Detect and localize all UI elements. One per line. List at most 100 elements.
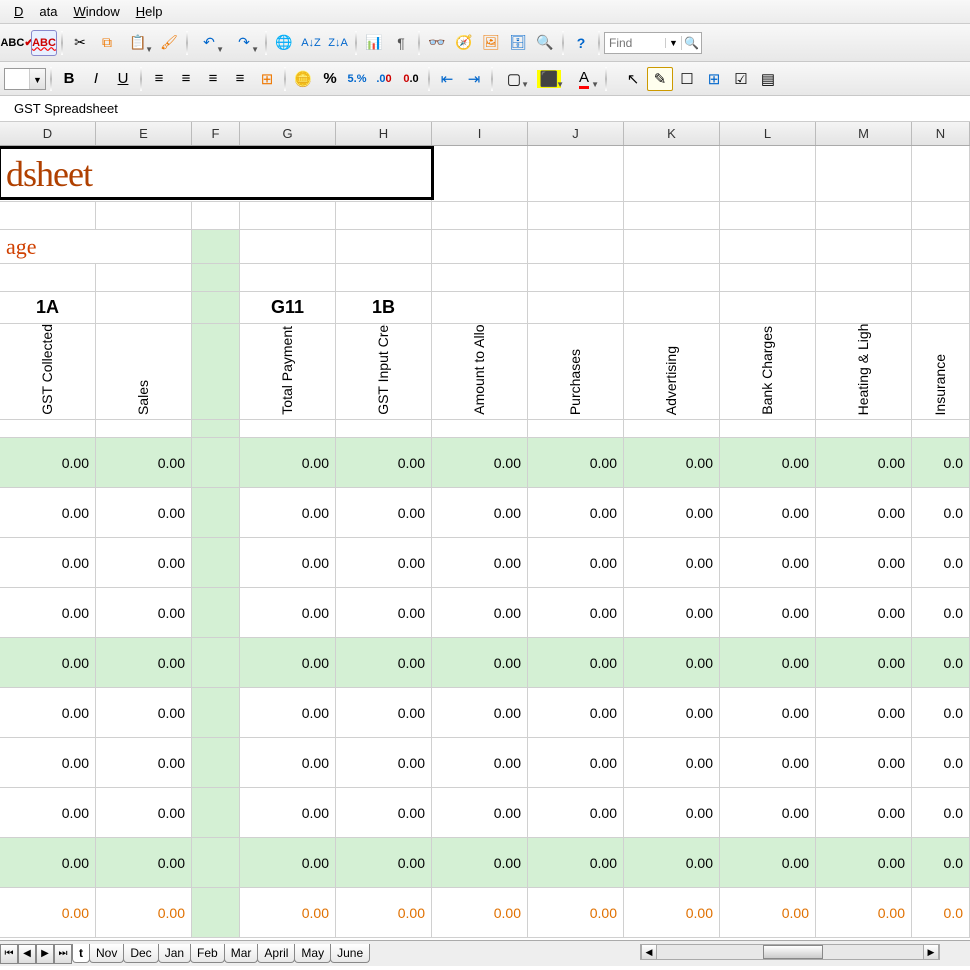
- data-cell[interactable]: 0.00: [816, 638, 912, 688]
- data-cell[interactable]: 0.00: [624, 738, 720, 788]
- vheader-J[interactable]: Purchases: [528, 324, 624, 420]
- data-cell[interactable]: 0.0: [912, 738, 970, 788]
- paste-icon[interactable]: 📋▼: [121, 30, 155, 56]
- cell[interactable]: [96, 202, 192, 230]
- data-cell[interactable]: 0.00: [240, 638, 336, 688]
- sort-asc-icon[interactable]: A↓Z: [298, 30, 324, 56]
- data-cell[interactable]: 0.00: [720, 688, 816, 738]
- sheet-tab-Nov[interactable]: Nov: [89, 944, 124, 963]
- vheader-L[interactable]: Bank Charges: [720, 324, 816, 420]
- horizontal-scrollbar[interactable]: ◀ ▶: [640, 944, 940, 960]
- data-cell[interactable]: 0.00: [720, 638, 816, 688]
- data-cell[interactable]: 0.00: [0, 838, 96, 888]
- header-F[interactable]: [192, 292, 240, 324]
- data-cell[interactable]: 0.00: [336, 538, 432, 588]
- data-cell[interactable]: 0.00: [0, 638, 96, 688]
- data-cell[interactable]: 0.00: [336, 488, 432, 538]
- cell[interactable]: [96, 420, 192, 438]
- standard-format-icon[interactable]: 5.%: [344, 67, 370, 91]
- data-cell[interactable]: [192, 838, 240, 888]
- data-cell[interactable]: 0.00: [336, 788, 432, 838]
- data-cell[interactable]: 0.00: [624, 838, 720, 888]
- data-cell[interactable]: 0.00: [624, 888, 720, 938]
- help-icon[interactable]: ?: [568, 30, 594, 56]
- data-cell[interactable]: 0.0: [912, 538, 970, 588]
- data-cell[interactable]: 0.00: [528, 888, 624, 938]
- datasources-icon[interactable]: 🗄: [505, 30, 531, 56]
- borders-icon[interactable]: ▢▼: [497, 67, 531, 91]
- more-controls-icon[interactable]: ▤: [755, 67, 781, 91]
- find-box[interactable]: ▼ 🔍: [604, 32, 702, 54]
- data-cell[interactable]: 0.00: [336, 838, 432, 888]
- cell[interactable]: [336, 202, 432, 230]
- data-cell[interactable]: 0.00: [432, 438, 528, 488]
- data-cell[interactable]: 0.00: [720, 588, 816, 638]
- cell[interactable]: [624, 230, 720, 264]
- fontcolor-icon[interactable]: A▼: [567, 67, 601, 91]
- data-cell[interactable]: 0.00: [816, 488, 912, 538]
- data-cell[interactable]: 0.00: [240, 838, 336, 888]
- vheader-H[interactable]: GST Input Credits: [336, 324, 432, 420]
- data-cell[interactable]: 0.0: [912, 688, 970, 738]
- form-controls-icon[interactable]: ☐: [674, 67, 700, 91]
- header-H[interactable]: 1B: [336, 292, 432, 324]
- cell[interactable]: [432, 230, 528, 264]
- data-cell[interactable]: 0.0: [912, 788, 970, 838]
- cell[interactable]: [912, 420, 970, 438]
- align-center-icon[interactable]: ≡: [173, 67, 199, 91]
- vheader-F[interactable]: [192, 324, 240, 420]
- data-cell[interactable]: [192, 688, 240, 738]
- nonprinting-icon[interactable]: ¶: [388, 30, 414, 56]
- cell[interactable]: [912, 202, 970, 230]
- data-cell[interactable]: 0.00: [624, 688, 720, 738]
- data-cell[interactable]: 0.00: [432, 738, 528, 788]
- col-header-F[interactable]: F: [192, 122, 240, 145]
- cell[interactable]: [624, 202, 720, 230]
- data-cell[interactable]: 0.00: [336, 888, 432, 938]
- cell[interactable]: [432, 420, 528, 438]
- vheader-E[interactable]: Sales: [96, 324, 192, 420]
- redo-icon[interactable]: ↷▼: [227, 30, 261, 56]
- remove-decimal-icon[interactable]: 0.0: [398, 67, 424, 91]
- data-cell[interactable]: 0.00: [432, 538, 528, 588]
- cell[interactable]: [912, 264, 970, 292]
- sort-desc-icon[interactable]: Z↓A: [325, 30, 351, 56]
- header-J[interactable]: [528, 292, 624, 324]
- data-cell[interactable]: 0.00: [816, 588, 912, 638]
- cell[interactable]: [96, 264, 192, 292]
- cut-icon[interactable]: ✂: [67, 30, 93, 56]
- find-dropdown-icon[interactable]: ▼: [665, 38, 681, 48]
- data-cell[interactable]: 0.00: [816, 438, 912, 488]
- cell[interactable]: [432, 202, 528, 230]
- data-cell[interactable]: 0.00: [720, 488, 816, 538]
- cell[interactable]: [624, 420, 720, 438]
- data-cell[interactable]: 0.00: [0, 488, 96, 538]
- data-cell[interactable]: 0.00: [0, 888, 96, 938]
- header-D[interactable]: 1A: [0, 292, 96, 324]
- data-cell[interactable]: 0.00: [528, 738, 624, 788]
- data-cell[interactable]: 0.00: [0, 788, 96, 838]
- vheader-I[interactable]: Amount to Allocate: [432, 324, 528, 420]
- scroll-left-icon[interactable]: ◀: [641, 945, 657, 959]
- cell[interactable]: [720, 420, 816, 438]
- data-cell[interactable]: 0.00: [816, 838, 912, 888]
- cell[interactable]: [720, 202, 816, 230]
- data-cell[interactable]: 0.00: [624, 488, 720, 538]
- tab-last-icon[interactable]: ⏭: [54, 944, 72, 964]
- underline-button[interactable]: U: [110, 67, 136, 91]
- data-cell[interactable]: 0.00: [528, 838, 624, 888]
- bold-button[interactable]: B: [56, 67, 82, 91]
- data-cell[interactable]: [192, 738, 240, 788]
- data-cell[interactable]: 0.00: [336, 688, 432, 738]
- vheader-K[interactable]: Advertising: [624, 324, 720, 420]
- data-cell[interactable]: 0.00: [720, 738, 816, 788]
- cell[interactable]: [912, 146, 970, 202]
- data-cell[interactable]: 0.00: [336, 438, 432, 488]
- data-cell[interactable]: 0.0: [912, 838, 970, 888]
- col-header-L[interactable]: L: [720, 122, 816, 145]
- data-cell[interactable]: [192, 438, 240, 488]
- data-cell[interactable]: 0.00: [528, 438, 624, 488]
- data-cell[interactable]: 0.00: [528, 538, 624, 588]
- data-cell[interactable]: 0.00: [816, 788, 912, 838]
- tab-first-icon[interactable]: ⏮: [0, 944, 18, 964]
